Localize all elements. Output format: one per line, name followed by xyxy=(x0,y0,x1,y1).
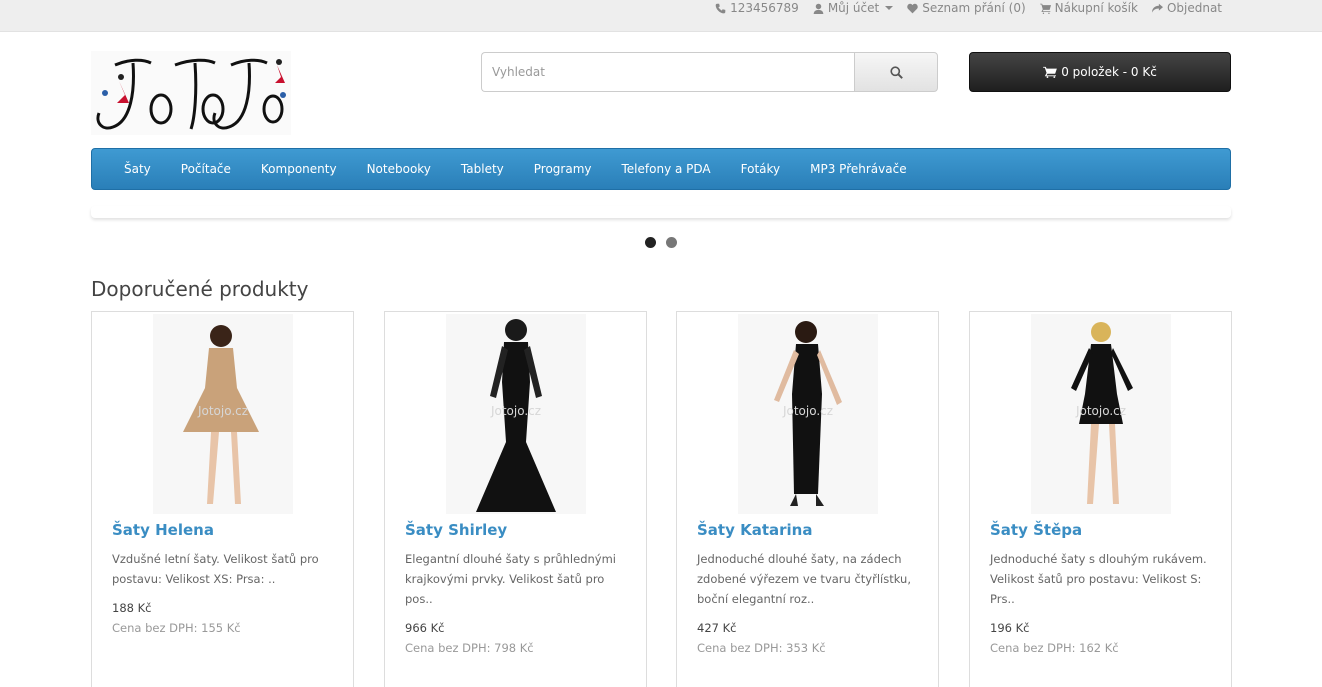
heart-icon xyxy=(907,3,918,13)
slideshow-pagination xyxy=(645,237,677,248)
search-bar xyxy=(481,52,938,92)
product-price-ex-tax: Cena bez DPH: 353 Kč xyxy=(697,641,826,655)
product-image[interactable]: Jotojo.cz xyxy=(697,312,919,515)
watermark: Jotojo.cz xyxy=(197,403,249,418)
search-input[interactable] xyxy=(481,52,854,92)
product-image[interactable]: Jotojo.cz xyxy=(990,312,1212,515)
product-price: 188 Kč xyxy=(112,601,152,615)
phone-icon xyxy=(715,3,726,13)
product-price-ex-tax: Cena bez DPH: 162 Kč xyxy=(990,641,1119,655)
cart-icon xyxy=(1039,3,1051,14)
account-label: Můj účet xyxy=(827,1,880,15)
product-name[interactable]: Šaty Helena xyxy=(112,521,214,539)
watermark: Jotojo.cz xyxy=(490,403,542,418)
shopping-cart-label: Nákupní košík xyxy=(1054,1,1138,15)
shopping-cart-link[interactable]: Nákupní košík xyxy=(1039,1,1138,15)
product-card: Jotojo.cz Šaty Štěpa Jednoduché šaty s d… xyxy=(969,311,1232,687)
logo[interactable] xyxy=(91,51,291,135)
wishlist-label: Seznam přání (0) xyxy=(922,1,1026,15)
nav-item-pocitace[interactable]: Počítače xyxy=(166,162,246,176)
product-name[interactable]: Šaty Shirley xyxy=(405,521,507,539)
search-button[interactable] xyxy=(854,52,938,92)
product-card: Jotojo.cz Šaty Helena Vzdušné letní šaty… xyxy=(91,311,354,687)
nav-item-programy[interactable]: Programy xyxy=(519,162,607,176)
nav-item-komponenty[interactable]: Komponenty xyxy=(246,162,352,176)
slideshow xyxy=(91,206,1231,218)
nav-item-tablety[interactable]: Tablety xyxy=(446,162,519,176)
product-description: Jednoduché šaty s dlouhým rukávem. Velik… xyxy=(990,552,1207,606)
product-price-ex-tax: Cena bez DPH: 155 Kč xyxy=(112,621,241,635)
cart-button[interactable]: 0 položek - 0 Kč xyxy=(969,52,1231,92)
product-price: 427 Kč xyxy=(697,621,737,635)
top-links: 123456789 Můj účet Seznam přání (0) Náku… xyxy=(715,0,1222,16)
featured-heading: Doporučené produkty xyxy=(91,277,309,301)
nav-item-fotaky[interactable]: Fotáky xyxy=(726,162,796,176)
phone-link[interactable]: 123456789 xyxy=(715,1,799,15)
product-name[interactable]: Šaty Štěpa xyxy=(990,521,1082,539)
account-dropdown[interactable]: Můj účet xyxy=(813,1,894,15)
watermark: Jotojo.cz xyxy=(1075,403,1127,418)
cart-icon xyxy=(1043,66,1058,78)
product-description: Vzdušné letní šaty. Velikost šatů pro po… xyxy=(112,552,319,586)
nav-item-mp3[interactable]: MP3 Přehrávače xyxy=(795,162,921,176)
product-card: Jotojo.cz Šaty Shirley Elegantní dlouhé … xyxy=(384,311,647,687)
search-icon xyxy=(889,65,903,79)
chevron-down-icon xyxy=(885,6,894,10)
slide-dot-2[interactable] xyxy=(666,237,677,248)
nav-item-saty[interactable]: Šaty xyxy=(109,162,166,176)
product-name[interactable]: Šaty Katarina xyxy=(697,521,812,539)
cart-button-label: 0 položek - 0 Kč xyxy=(1061,65,1157,79)
product-price: 966 Kč xyxy=(405,621,445,635)
checkout-label: Objednat xyxy=(1166,1,1222,15)
watermark: Jotojo.cz xyxy=(782,403,834,418)
nav-item-telefony[interactable]: Telefony a PDA xyxy=(607,162,726,176)
product-image[interactable]: Jotojo.cz xyxy=(112,312,334,515)
product-description: Elegantní dlouhé šaty s průhlednými kraj… xyxy=(405,552,616,606)
product-image[interactable]: Jotojo.cz xyxy=(405,312,627,515)
phone-number: 123456789 xyxy=(730,1,799,15)
user-icon xyxy=(813,3,824,14)
product-price: 196 Kč xyxy=(990,621,1030,635)
share-icon xyxy=(1151,3,1163,13)
top-bar: 123456789 Můj účet Seznam přání (0) Náku… xyxy=(0,0,1322,32)
product-price-ex-tax: Cena bez DPH: 798 Kč xyxy=(405,641,534,655)
nav-item-notebooky[interactable]: Notebooky xyxy=(352,162,446,176)
product-description: Jednoduché dlouhé šaty, na zádech zdoben… xyxy=(697,552,911,606)
wishlist-link[interactable]: Seznam přání (0) xyxy=(907,1,1026,15)
category-menu: Šaty Počítače Komponenty Notebooky Table… xyxy=(91,148,1231,190)
slide-dot-1[interactable] xyxy=(645,237,656,248)
product-card: Jotojo.cz Šaty Katarina Jednoduché dlouh… xyxy=(676,311,939,687)
checkout-link[interactable]: Objednat xyxy=(1151,1,1222,15)
